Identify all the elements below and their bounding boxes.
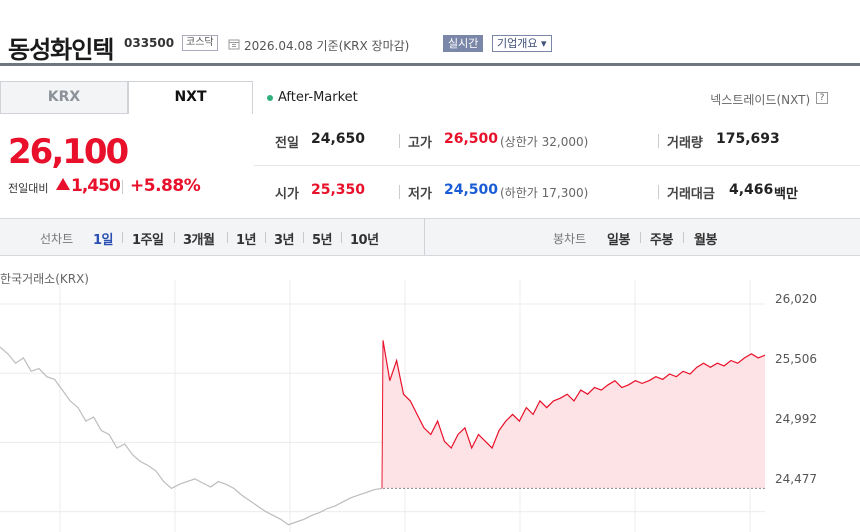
change-value: 1,450 [71,176,121,196]
period-5y[interactable]: 5년 [312,229,333,248]
period-1d[interactable]: 1일 [93,229,114,248]
y-tick-label: 24,992 [775,412,817,426]
stock-name: 동성화인텍 [8,36,114,64]
info-divider [399,185,400,199]
candle-daily[interactable]: 일봉 [607,229,630,248]
exchange-label: 넥스트레이드(NXT) [710,91,826,108]
y-tick-label: 25,506 [775,352,817,366]
exchange-label-text: 넥스트레이드(NXT) [710,93,811,107]
y-tick-label: 26,020 [775,292,817,306]
line-chart-label: 선차트 [40,232,74,246]
info-divider [658,185,659,199]
info-divider [399,134,400,148]
series-connector [381,340,384,489]
tab-nxt[interactable]: NXT [128,81,253,114]
amount-unit: 백만 [774,187,798,202]
period-divider [640,232,641,243]
info-divider [658,134,659,148]
volume-value: 175,693 [716,131,780,147]
candle-weekly[interactable]: 주봉 [650,229,673,248]
period-1y[interactable]: 1년 [236,229,257,248]
prev-close-value: 24,650 [311,131,366,147]
amount-label: 거래대금 [667,187,715,202]
toolbar-divider [424,219,425,255]
calendar-icon [228,39,240,50]
period-3y[interactable]: 3년 [274,229,295,248]
after-market-dot-icon [267,95,273,101]
low-label: 저가 [408,187,432,202]
period-divider [122,232,123,243]
after-market-label: After-Market [278,90,358,105]
period-divider [683,232,684,243]
candle-monthly[interactable]: 월봉 [694,229,717,248]
lower-limit: (하한가 17,300) [500,186,589,200]
period-3m[interactable]: 3개월 [183,229,215,248]
amount-value: 4,466 [729,182,774,198]
company-overview-button[interactable]: 기업개요 ▾ [492,35,552,52]
change-percent: +5.88% [130,176,201,196]
low-value: 24,500 [444,182,499,198]
open-value: 25,350 [311,182,366,198]
current-price: 26,100 [8,132,129,172]
period-divider [265,232,266,243]
price-line-chart [0,280,766,532]
y-tick-label: 24,477 [775,472,817,486]
change-divider [122,180,123,194]
high-label: 고가 [408,136,432,151]
period-10y[interactable]: 10년 [350,229,379,248]
stock-header: 동성화인텍 033500 코스닥 2026.04.08 기준(KRX 장마감) … [0,0,860,66]
up-triangle-icon [56,178,70,190]
period-divider [303,232,304,243]
chart-toolbar: 선차트 1일 1주일 3개월 1년 3년 5년 10년 봉차트 일봉 주봉 월봉 [0,218,860,256]
info-row-divider [254,165,860,166]
period-divider [227,232,228,243]
change-label: 전일대비 [8,182,49,195]
base-date: 2026.04.08 기준(KRX 장마감) [244,39,410,53]
high-value: 26,500 [444,131,499,147]
tab-krx[interactable]: KRX [0,81,128,114]
market-badge: 코스닥 [182,35,218,51]
period-divider [174,232,175,243]
nxt-area-fill [383,340,765,489]
realtime-button[interactable]: 실시간 [443,35,484,52]
period-1w[interactable]: 1주일 [132,229,164,248]
stock-code: 033500 [124,36,175,50]
prev-close-label: 전일 [275,136,299,151]
upper-limit: (상한가 32,000) [500,135,589,149]
krx-price-line [0,346,383,526]
open-label: 시가 [275,187,299,202]
candle-chart-label: 봉차트 [553,232,587,246]
period-divider [341,232,342,243]
help-icon[interactable]: ? [816,92,828,104]
volume-label: 거래량 [667,136,703,151]
